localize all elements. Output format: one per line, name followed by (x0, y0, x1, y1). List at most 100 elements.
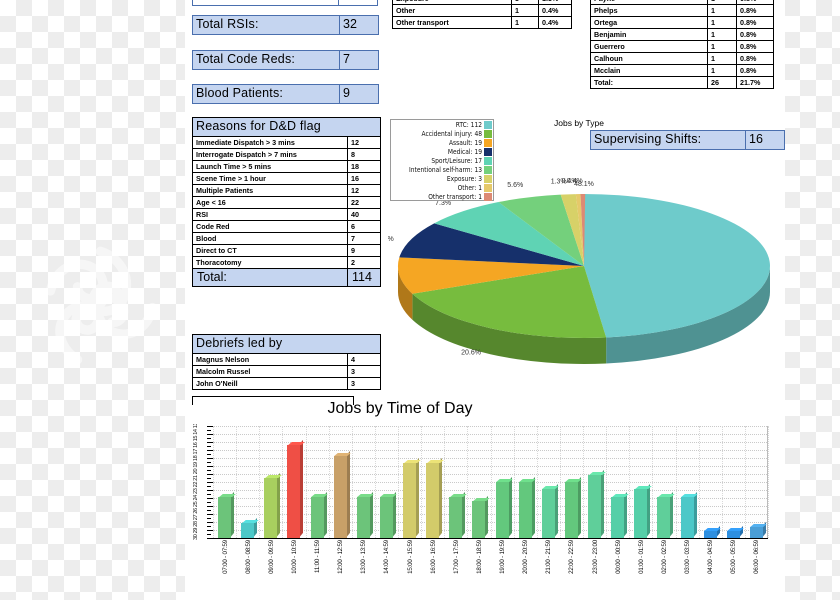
bar-side (277, 473, 280, 537)
summary-table-total-rsis: Total RSIs: 32 (192, 15, 379, 35)
bar (749, 522, 768, 538)
bar-face (264, 478, 278, 538)
bar-face (449, 496, 463, 538)
x-axis-label: 10:00 - 10:59 (290, 540, 298, 574)
bar (611, 492, 629, 538)
row-label: Other (392, 4, 512, 17)
table-row: Other 1 0.4% (392, 4, 572, 17)
bar (703, 526, 721, 538)
row-label: RSI (192, 207, 348, 221)
pie-slice-percent-label: 0.4% (567, 178, 583, 185)
table-row: RSI 40 (192, 207, 381, 221)
total-pct: 21.7% (736, 76, 774, 89)
watermark-logo (38, 243, 163, 368)
incident-type-rows: Exposure31.3% Other10.4% Other transport… (392, 0, 572, 29)
summary-box-total-code-reds: Total Code Reds: 7 (192, 50, 379, 70)
x-axis-label: 04:00 - 04:59 (707, 540, 715, 574)
bar-top (588, 471, 606, 475)
x-axis-label: 20:00 - 20:59 (522, 540, 530, 574)
bar-side (601, 470, 604, 537)
debriefs-table: Debriefs led by Magnus Nelson 4 Malcolm R… (192, 334, 381, 390)
legend-item: Intentional self-harm: 13 (391, 165, 493, 174)
x-axis-baseline (213, 538, 768, 539)
legend-swatch-icon (484, 192, 492, 201)
bar-side (231, 492, 234, 537)
bar-side (554, 484, 558, 537)
legend-item: Exposure: 3 (391, 174, 493, 183)
legend-item: Other: 1 (391, 183, 493, 192)
x-axis-label: 05:00 - 05:59 (730, 540, 738, 574)
row-label: Interrogate Dispatch > 7 mins (192, 147, 348, 161)
row-label: Blood (192, 231, 348, 245)
bar-face (588, 474, 602, 538)
row-label: Scene Time > 1 hour (192, 171, 348, 185)
table-row: Guerrero 1 0.8% (590, 40, 774, 53)
bar-face (634, 489, 648, 538)
row-label: Direct to CT (192, 243, 348, 257)
bar-face (310, 496, 324, 538)
debriefs-title: Debriefs led by (192, 334, 381, 354)
row-count: 1 (707, 16, 737, 29)
bar (403, 458, 421, 538)
bar (564, 477, 583, 538)
bar-side (392, 492, 396, 537)
legend-label: Intentional self-harm: 13 (409, 165, 482, 174)
total-label: Total: (590, 76, 708, 89)
row-label: Other transport (392, 16, 512, 29)
bar-side (416, 458, 419, 537)
row-label: Mcclain (590, 64, 708, 77)
bar-face (241, 523, 255, 538)
bar-face (333, 455, 347, 538)
table-header-row: Reasons for D&D flag (192, 117, 381, 137)
table-row: Immediate Dispatch > 3 mins 12 (192, 135, 381, 149)
table-row: Ortega 1 0.8% (590, 16, 774, 29)
bar (287, 440, 305, 538)
bar-face (564, 482, 578, 538)
legend-item: RTC: 112 (391, 120, 493, 129)
row-count: 1 (707, 64, 737, 77)
legend-swatch-icon (484, 165, 492, 174)
summary-table-blood-patients: Blood Patients: 9 (192, 84, 379, 104)
bar-face (403, 463, 417, 538)
row-value: 16 (347, 171, 381, 185)
pie-slice-percent-label: 5.6% (507, 182, 523, 189)
row-pct: 0.4% (538, 4, 572, 17)
legend-label: Assault: 19 (448, 138, 482, 147)
row-value: 6 (347, 219, 381, 233)
bar-face (726, 530, 740, 538)
pie-slice-percent-label: 7.3% (435, 200, 451, 207)
row-value: 12 (347, 183, 381, 197)
total-label: Total: (192, 267, 348, 288)
bar-side (462, 492, 465, 537)
x-axis-label: 07:00 - 07:59 (221, 540, 229, 574)
bar-side (300, 440, 303, 537)
x-axis-label: 22:00 - 22:59 (568, 540, 576, 574)
bar-side (346, 451, 350, 537)
summary-value: 7 (339, 50, 379, 70)
legend-item: Sport/Leisure: 17 (391, 156, 493, 165)
row-label: Age < 16 (192, 195, 348, 209)
row-pct: 0.8% (736, 40, 774, 53)
table-row: Malcolm Russel 3 (192, 364, 381, 378)
bar (726, 526, 745, 538)
table-row: Multiple Patients 12 (192, 183, 381, 197)
total-value: 114 (347, 267, 381, 288)
table-top-cutoff (192, 0, 378, 6)
bar (588, 470, 606, 538)
x-axis-label: 23:00 - 23:00 (591, 540, 599, 574)
row-pct: 0.8% (736, 52, 774, 65)
row-count: 1 (707, 52, 737, 65)
bar (634, 484, 652, 538)
bar (333, 451, 351, 538)
x-axis-label: 15:00 - 15:59 (406, 540, 414, 574)
legend-swatch-icon (484, 120, 492, 129)
row-label: Immediate Dispatch > 3 mins (192, 135, 348, 149)
summary-value: 9 (339, 84, 379, 104)
legend-swatch-icon (484, 156, 492, 165)
bar (472, 496, 490, 538)
x-axis-label: 00:00 - 00:59 (614, 540, 622, 574)
bar-face (541, 489, 555, 538)
summary-label: Blood Patients: (192, 84, 340, 104)
bar-side (369, 492, 373, 537)
row-label: Calhoun (590, 52, 708, 65)
